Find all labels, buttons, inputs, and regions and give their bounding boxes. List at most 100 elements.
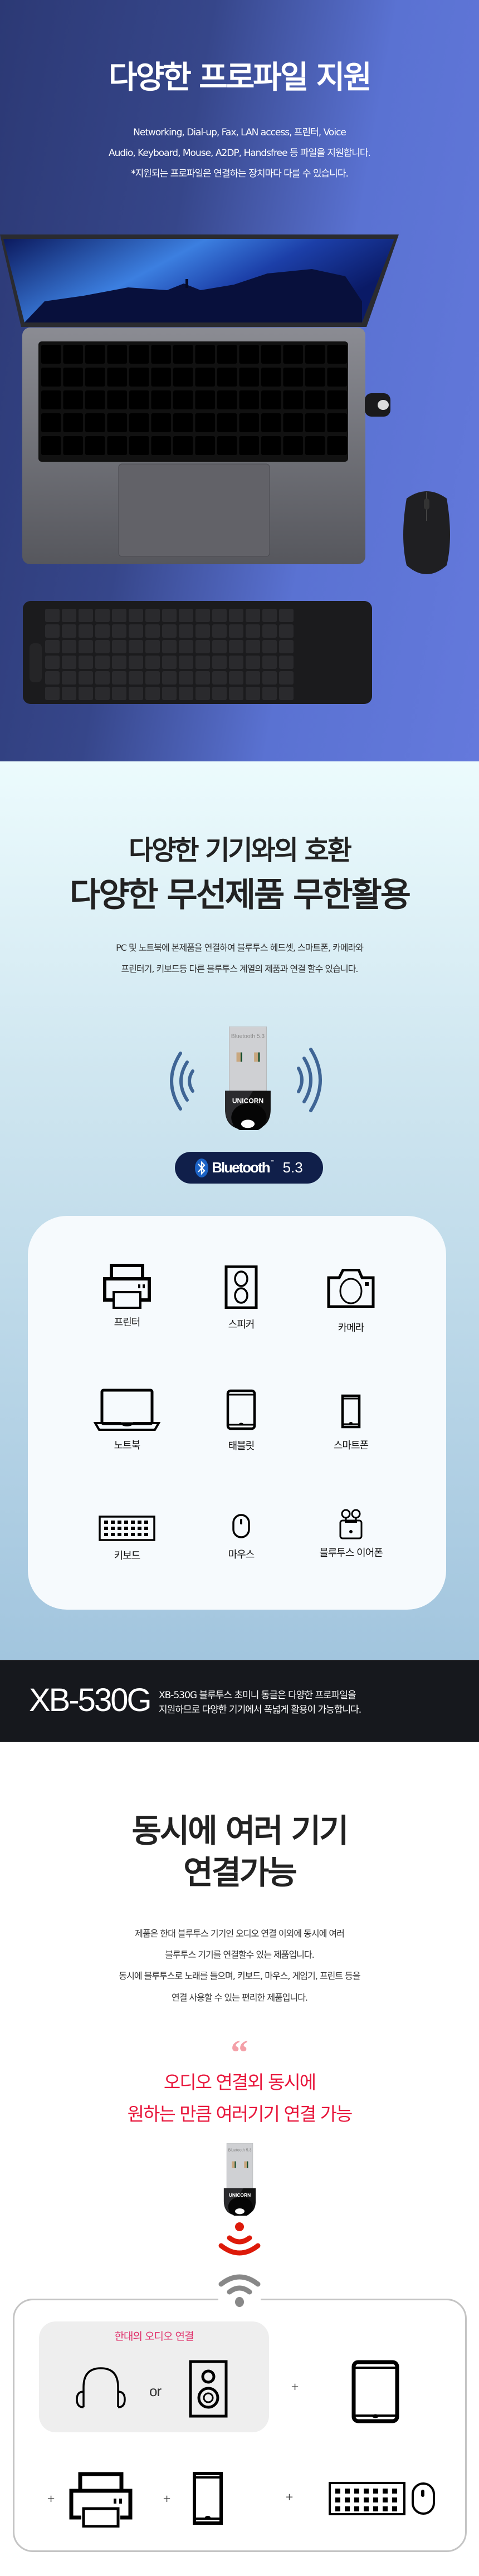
key — [179, 624, 193, 638]
key — [212, 687, 227, 700]
signal-waves-right-icon — [297, 1048, 322, 1112]
key — [229, 624, 243, 638]
key — [283, 368, 303, 387]
key — [95, 656, 110, 669]
device-label: 스피커 — [228, 1319, 255, 1331]
key — [345, 2506, 350, 2511]
key — [41, 368, 61, 387]
key — [112, 687, 126, 700]
key — [138, 1527, 141, 1530]
key — [212, 640, 227, 653]
bluetooth-wordmark: Bluetooth — [212, 1159, 270, 1176]
plus-sign: + — [285, 2491, 294, 2503]
key — [129, 390, 149, 409]
key — [138, 1521, 141, 1524]
headphones-icon — [76, 2367, 126, 2408]
key — [104, 1533, 108, 1536]
key — [129, 413, 149, 432]
device-keyboard: 키보드 — [71, 1516, 183, 1562]
key — [111, 1533, 115, 1536]
key — [229, 640, 243, 653]
key — [63, 345, 83, 364]
device-earbuds: 블루투스 이어폰 — [295, 1508, 407, 1560]
key — [354, 2489, 359, 2494]
key — [129, 687, 143, 700]
key — [112, 624, 126, 638]
key — [45, 687, 60, 700]
key — [95, 671, 110, 685]
key — [162, 687, 177, 700]
key — [107, 345, 127, 364]
key — [79, 656, 93, 669]
key — [246, 609, 260, 622]
key — [111, 1527, 115, 1530]
key — [335, 2506, 340, 2511]
key — [129, 656, 143, 669]
key — [107, 368, 127, 387]
key — [45, 671, 60, 685]
plus-sign: + — [163, 2493, 172, 2505]
mouse-photo — [403, 491, 450, 574]
mouse-icon — [412, 2482, 435, 2515]
key — [217, 390, 237, 409]
key — [392, 2497, 397, 2502]
key — [118, 1533, 121, 1536]
key — [217, 368, 237, 387]
key — [262, 624, 277, 638]
multi-desc-2: 블루투스 기기를 연결할수 있는 제품입니다. — [165, 1949, 314, 1960]
device-tablet: 태블릿 — [185, 1389, 297, 1453]
camera-icon — [327, 1269, 375, 1308]
device-label: 키보드 — [114, 1550, 141, 1562]
key — [144, 1533, 148, 1536]
key — [392, 2489, 397, 2494]
laptop-icon — [94, 1389, 160, 1431]
key — [229, 687, 243, 700]
key — [112, 609, 126, 622]
mouse-icon — [232, 1514, 250, 1538]
model-desc-2: 지원하므로 다양한 기기에서 폭넓게 활용이 가능합니다. — [159, 1704, 361, 1715]
key — [327, 390, 347, 409]
key — [239, 390, 259, 409]
key — [79, 609, 93, 622]
key — [261, 390, 281, 409]
laptop-photo — [0, 234, 399, 564]
key — [364, 2506, 369, 2511]
key — [131, 1527, 135, 1530]
key — [283, 390, 303, 409]
key — [354, 2497, 359, 2502]
profiles-title: 다양한 프로파일 지원 — [109, 60, 372, 96]
key — [305, 368, 325, 387]
trademark-mark: ™ — [270, 1160, 275, 1165]
key — [162, 656, 177, 669]
key — [151, 436, 171, 455]
key — [95, 624, 110, 638]
key — [79, 687, 93, 700]
key — [279, 609, 294, 622]
key — [373, 2497, 378, 2502]
key — [145, 624, 160, 638]
key — [63, 413, 83, 432]
key — [279, 687, 294, 700]
key — [246, 624, 260, 638]
key — [138, 1533, 141, 1536]
key — [383, 2506, 388, 2511]
key — [45, 656, 60, 669]
key — [195, 624, 210, 638]
key — [162, 624, 177, 638]
key — [195, 390, 215, 409]
key — [195, 687, 210, 700]
key — [246, 640, 260, 653]
key — [173, 436, 193, 455]
key — [261, 413, 281, 432]
key — [112, 656, 126, 669]
key — [41, 390, 61, 409]
key — [118, 1521, 121, 1524]
signal-down-icon — [218, 2222, 261, 2256]
key — [364, 2497, 369, 2502]
key — [261, 345, 281, 364]
key — [279, 671, 294, 685]
key — [305, 413, 325, 432]
key — [279, 656, 294, 669]
key — [118, 1527, 121, 1530]
key — [151, 413, 171, 432]
